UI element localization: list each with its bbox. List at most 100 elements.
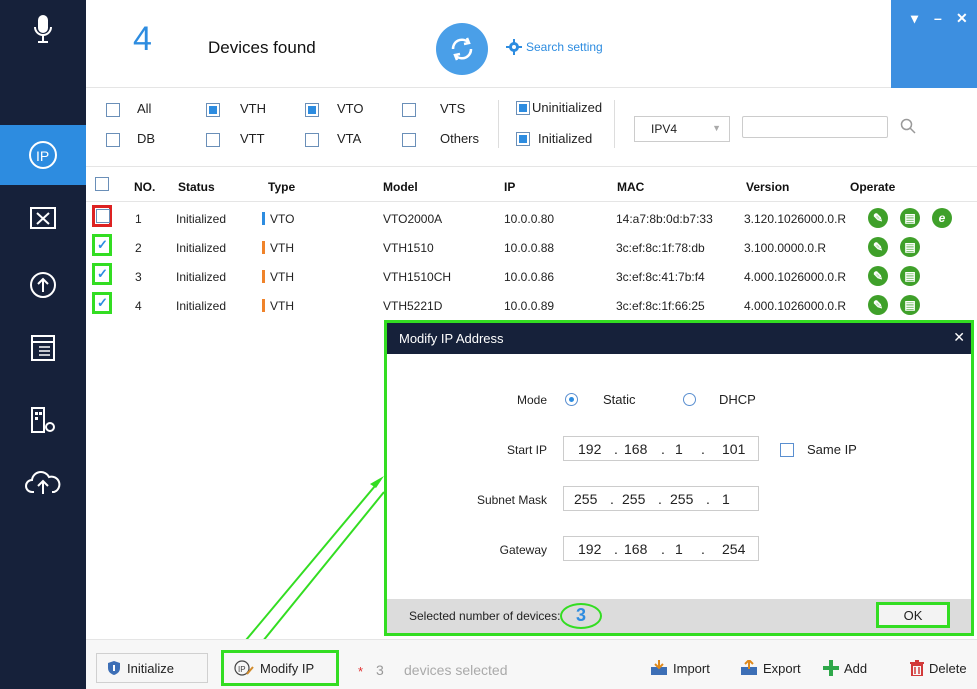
ip-version-select[interactable]: IPV4 ▼ (634, 116, 730, 142)
device-count: 4 (133, 20, 152, 58)
cell-type: VTO (262, 212, 294, 226)
modify-ip-button[interactable]: IP Modify IP (221, 650, 339, 686)
filter-vth-checkbox[interactable] (206, 103, 220, 117)
filter-others-checkbox[interactable] (402, 133, 416, 147)
export-button[interactable]: Export (740, 660, 801, 676)
filter-uninitialized-checkbox[interactable] (516, 101, 530, 115)
cell-no: 4 (135, 299, 142, 313)
ok-button[interactable]: OK (876, 602, 950, 628)
sidebar-item-cloud[interactable] (0, 452, 86, 512)
modify-ip-dialog: Modify IP Address ✕ Mode Static DHCP Sta… (384, 320, 974, 636)
edit-icon[interactable]: ✎ (868, 237, 888, 257)
select-all-checkbox[interactable] (95, 177, 109, 191)
dropdown-icon[interactable]: ▾ (911, 10, 918, 27)
subnet-field[interactable]: 255 . 255 . 255 . 1 (563, 486, 759, 511)
tools-icon (30, 207, 56, 229)
ip-octet: 255 (622, 491, 646, 507)
same-ip-checkbox[interactable] (780, 443, 794, 457)
initialize-label: Initialize (127, 660, 174, 676)
col-model: Model (383, 180, 418, 194)
microphone-icon (34, 15, 52, 43)
ip-octet: 101 (722, 441, 746, 457)
svg-text:IP: IP (238, 665, 246, 674)
export-label: Export (763, 660, 801, 676)
filter-all-checkbox[interactable] (106, 103, 120, 117)
edit-icon[interactable]: ✎ (868, 208, 888, 228)
cell-ip: 10.0.0.89 (504, 299, 555, 313)
sidebar-item-building[interactable] (0, 390, 86, 450)
sidebar-item-tools[interactable] (0, 188, 86, 248)
ip-octet: 1 (722, 491, 730, 507)
subnet-label: Subnet Mask (476, 493, 547, 507)
static-radio[interactable] (565, 393, 578, 406)
ip-octet: 1 (675, 441, 683, 457)
cell-version: 4.000.1026000.0.R (744, 270, 847, 284)
filter-vtt-checkbox[interactable] (206, 133, 220, 147)
gateway-field[interactable]: 192 . 168 . 1 . 254 (563, 536, 759, 561)
divider (498, 100, 499, 148)
cell-type-label: VTO (270, 212, 295, 226)
cell-type: VTH (262, 241, 294, 255)
cell-no: 3 (135, 270, 142, 284)
upgrade-icon (30, 272, 56, 298)
row-checkbox[interactable] (92, 205, 112, 227)
search-icon[interactable] (900, 118, 916, 134)
refresh-button[interactable] (436, 23, 488, 75)
table-row[interactable]: 1 Initialized VTO VTO2000A 10.0.0.80 14:… (86, 205, 977, 231)
filter-vta-label: VTA (337, 131, 362, 146)
edit-icon[interactable]: ✎ (868, 266, 888, 286)
table-row[interactable]: ✓ 4 Initialized VTH VTH5221D 10.0.0.89 3… (86, 292, 977, 318)
filter-vto-checkbox[interactable] (305, 103, 319, 117)
modify-ip-label: Modify IP (260, 660, 315, 676)
cell-type: VTH (262, 270, 294, 284)
gear-icon (506, 39, 522, 55)
col-no: NO. (134, 180, 156, 194)
row-checkbox[interactable]: ✓ (92, 234, 112, 256)
delete-button[interactable]: Delete (910, 660, 967, 676)
sidebar-item-ip[interactable]: IP (0, 125, 86, 185)
page-title: Devices found (208, 38, 316, 57)
start-ip-field[interactable]: 192 . 168 . 1 . 101 (563, 436, 759, 461)
cloud-upload-icon (25, 471, 61, 494)
web-icon[interactable]: e (932, 208, 952, 228)
search-input[interactable] (742, 116, 888, 138)
row-checkbox[interactable]: ✓ (92, 263, 112, 285)
sidebar-item-config[interactable] (0, 318, 86, 378)
add-button[interactable]: Add (823, 660, 867, 676)
ip-octet: 168 (624, 541, 648, 557)
sidebar-item-mic[interactable] (0, 0, 86, 60)
filter-db-checkbox[interactable] (106, 133, 120, 147)
details-icon[interactable]: ▤ (900, 266, 920, 286)
close-icon[interactable]: ✕ (953, 329, 965, 346)
sidebar-item-upgrade[interactable] (0, 255, 86, 315)
table-row[interactable]: ✓ 3 Initialized VTH VTH1510CH 10.0.0.86 … (86, 263, 977, 289)
chevron-down-icon: ▼ (712, 123, 721, 133)
details-icon[interactable]: ▤ (900, 295, 920, 315)
export-icon (741, 660, 757, 675)
details-icon[interactable]: ▤ (900, 208, 920, 228)
close-icon[interactable]: ✕ (956, 10, 968, 27)
table-row[interactable]: ✓ 2 Initialized VTH VTH1510 10.0.0.88 3c… (86, 234, 977, 260)
details-icon[interactable]: ▤ (900, 237, 920, 257)
cell-mac: 3c:ef:8c:41:7b:f4 (616, 270, 705, 284)
dhcp-radio[interactable] (683, 393, 696, 406)
sidebar: IP (0, 0, 86, 689)
search-setting-label: Search setting (526, 40, 603, 54)
cell-type-label: VTH (270, 241, 294, 255)
cell-mac: 3c:ef:8c:1f:78:db (616, 241, 705, 255)
edit-icon[interactable]: ✎ (868, 295, 888, 315)
svg-text:IP: IP (36, 148, 49, 164)
filter-vts-checkbox[interactable] (402, 103, 416, 117)
initialize-button[interactable]: Initialize (96, 653, 208, 683)
cell-version: 3.120.1026000.0.R (744, 212, 847, 226)
bottom-toolbar: Initialize IP Modify IP * 3 devices sele… (86, 639, 977, 689)
filter-vta-checkbox[interactable] (305, 133, 319, 147)
minimize-icon[interactable]: – (934, 10, 942, 26)
selected-text: devices selected (404, 662, 508, 678)
row-checkbox[interactable]: ✓ (92, 292, 112, 314)
dialog-title-text: Modify IP Address (399, 331, 504, 346)
import-button[interactable]: Import (650, 660, 710, 676)
filter-vts-label: VTS (440, 101, 466, 116)
filter-initialized-checkbox[interactable] (516, 132, 530, 146)
search-setting-link[interactable]: Search setting (506, 39, 603, 55)
